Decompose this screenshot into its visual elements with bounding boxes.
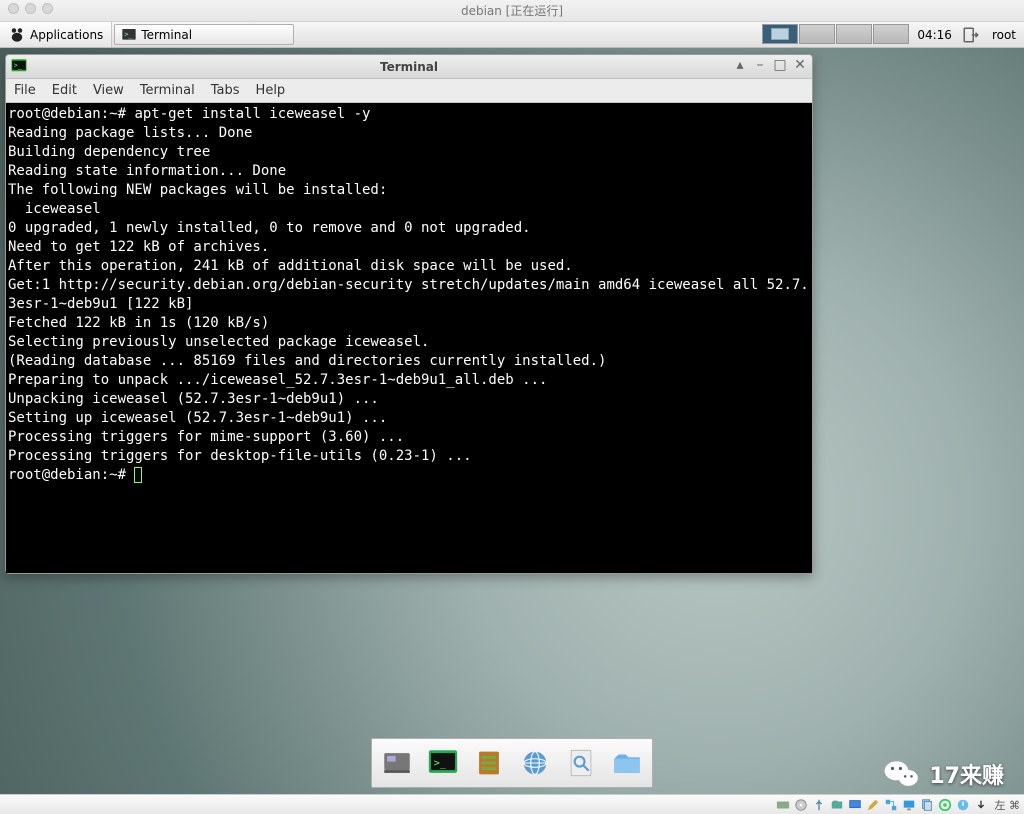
desktop[interactable]: >_ Terminal ▴ – □ ✕ File Edit View Termi… <box>0 48 1024 814</box>
vm-clipboard-icon[interactable] <box>919 797 935 813</box>
terminal-body[interactable]: root@debian:~# apt-get install iceweasel… <box>6 103 812 573</box>
vm-recording-icon[interactable] <box>937 797 953 813</box>
vm-network-icon[interactable] <box>883 797 899 813</box>
cursor-icon <box>134 467 142 483</box>
vm-cd-icon[interactable] <box>793 797 809 813</box>
dock: >_ <box>371 738 653 788</box>
window-maximize-icon[interactable]: □ <box>772 57 788 73</box>
command: apt-get install iceweasel -y <box>134 106 370 122</box>
dock-show-desktop[interactable] <box>376 742 418 784</box>
window-app-icon: >_ <box>10 57 28 78</box>
window-title: Terminal <box>6 60 812 74</box>
workspace-1[interactable] <box>762 24 798 44</box>
xfce-panel: Applications >_ Terminal 04:16 root <box>0 22 1024 48</box>
menu-edit[interactable]: Edit <box>52 83 77 98</box>
taskbar-item-terminal[interactable]: >_ Terminal <box>114 24 294 45</box>
window-ontop-icon[interactable]: ▴ <box>732 57 748 73</box>
traffic-close-icon[interactable] <box>8 3 19 14</box>
vm-pencil-icon[interactable] <box>865 797 881 813</box>
svg-text:>_: >_ <box>14 62 23 70</box>
vm-title: debian [正在运行] <box>461 2 563 19</box>
workspace-4[interactable] <box>873 24 909 44</box>
user-label[interactable]: root <box>984 22 1024 47</box>
menu-terminal[interactable]: Terminal <box>140 83 195 98</box>
watermark-text: 17来赚 <box>929 758 1004 790</box>
workspace-switcher[interactable] <box>760 22 911 47</box>
terminal-icon: >_ <box>121 27 137 43</box>
applications-menu[interactable]: Applications <box>0 22 112 47</box>
dock-search[interactable] <box>560 742 602 784</box>
vm-hostkey: 左 ⌘ <box>995 797 1021 813</box>
terminal-menu: File Edit View Terminal Tabs Help <box>6 79 812 103</box>
terminal-output: Reading package lists... Done Building d… <box>8 125 809 464</box>
prompt: root@debian:~# <box>8 467 134 483</box>
vm-monitor-icon[interactable] <box>901 797 917 813</box>
vm-usb-icon[interactable] <box>811 797 827 813</box>
menu-tabs[interactable]: Tabs <box>211 83 240 98</box>
workspace-3[interactable] <box>836 24 872 44</box>
logout-icon[interactable] <box>958 22 984 47</box>
workspace-2[interactable] <box>799 24 835 44</box>
prompt: root@debian:~# <box>8 106 134 122</box>
vm-arrow-down-icon[interactable] <box>973 797 989 813</box>
dock-home-folder[interactable] <box>606 742 648 784</box>
menu-file[interactable]: File <box>14 83 36 98</box>
vm-traffic-lights <box>8 3 53 14</box>
vm-titlebar: debian [正在运行] <box>0 0 1024 22</box>
window-minimize-icon[interactable]: – <box>752 57 768 73</box>
window-titlebar[interactable]: >_ Terminal ▴ – □ ✕ <box>6 55 812 79</box>
xfce-mouse-icon <box>8 26 26 44</box>
vm-power-icon[interactable] <box>955 797 971 813</box>
window-close-icon[interactable]: ✕ <box>792 57 808 73</box>
applications-label: Applications <box>30 28 103 42</box>
vm-statusbar: 左 ⌘ <box>0 794 1024 814</box>
wechat-icon <box>883 758 921 790</box>
svg-text:>_: >_ <box>434 758 446 769</box>
dock-file-manager[interactable] <box>468 742 510 784</box>
task-label: Terminal <box>141 28 192 42</box>
traffic-min-icon[interactable] <box>25 3 36 14</box>
panel-clock[interactable]: 04:16 <box>911 22 958 47</box>
svg-text:>_: >_ <box>125 30 133 38</box>
watermark: 17来赚 <box>883 758 1004 790</box>
vm-display-icon[interactable] <box>847 797 863 813</box>
dock-web-browser[interactable] <box>514 742 556 784</box>
vm-hdd-icon[interactable] <box>775 797 791 813</box>
terminal-window: >_ Terminal ▴ – □ ✕ File Edit View Termi… <box>5 54 813 574</box>
menu-view[interactable]: View <box>93 83 124 98</box>
vm-shared-folder-icon[interactable] <box>829 797 845 813</box>
traffic-max-icon[interactable] <box>42 3 53 14</box>
dock-terminal[interactable]: >_ <box>422 742 464 784</box>
panel-spacer <box>296 22 760 47</box>
menu-help[interactable]: Help <box>256 83 286 98</box>
